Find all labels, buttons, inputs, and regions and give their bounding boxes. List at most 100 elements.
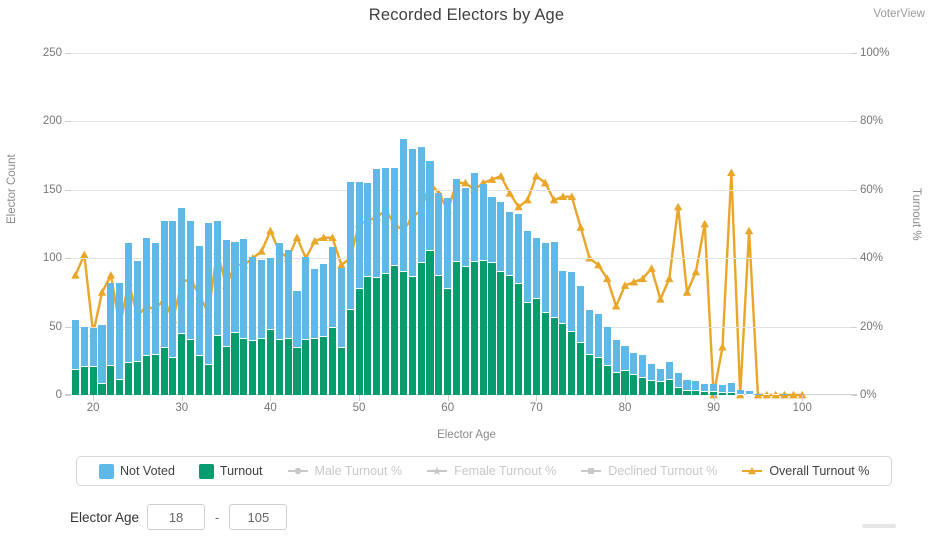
bar-segment-turnout[interactable]	[665, 378, 673, 395]
bar-segment-not-voted[interactable]	[532, 237, 540, 298]
overall-turnout-marker[interactable]	[257, 247, 266, 255]
bar-segment-turnout[interactable]	[701, 390, 709, 395]
bar-segment-not-voted[interactable]	[266, 258, 274, 330]
bar-segment-turnout[interactable]	[231, 332, 239, 395]
bar-segment-not-voted[interactable]	[187, 221, 195, 339]
bar-segment-turnout[interactable]	[417, 262, 425, 395]
overall-turnout-marker[interactable]	[328, 233, 337, 242]
bar-segment-turnout[interactable]	[187, 338, 195, 395]
overall-turnout-marker[interactable]	[700, 219, 709, 228]
bar-segment-not-voted[interactable]	[160, 221, 168, 348]
overall-turnout-marker[interactable]	[514, 202, 523, 211]
bar-column[interactable]	[656, 369, 664, 395]
bar-segment-turnout[interactable]	[373, 277, 381, 395]
bar-column[interactable]	[107, 282, 115, 395]
overall-turnout-marker[interactable]	[80, 250, 89, 259]
bar-segment-not-voted[interactable]	[612, 340, 620, 372]
bar-segment-turnout[interactable]	[772, 393, 780, 395]
bar-column[interactable]	[470, 173, 478, 395]
bar-column[interactable]	[355, 181, 363, 395]
bar-column[interactable]	[754, 393, 762, 395]
bar-segment-not-voted[interactable]	[453, 178, 461, 261]
bar-segment-not-voted[interactable]	[683, 379, 691, 390]
bar-segment-turnout[interactable]	[568, 330, 576, 395]
bar-segment-turnout[interactable]	[258, 337, 266, 395]
bar-column[interactable]	[382, 167, 390, 395]
bar-segment-not-voted[interactable]	[568, 271, 576, 331]
bar-segment-not-voted[interactable]	[346, 181, 354, 309]
bar-column[interactable]	[311, 269, 319, 395]
bar-segment-not-voted[interactable]	[577, 285, 585, 342]
overall-turnout-marker[interactable]	[603, 274, 612, 283]
legend-item-male-turnout[interactable]: Male Turnout %	[275, 464, 415, 478]
bar-segment-turnout[interactable]	[621, 370, 629, 395]
overall-turnout-marker[interactable]	[691, 267, 701, 276]
bar-segment-turnout[interactable]	[532, 297, 540, 395]
bar-segment-not-voted[interactable]	[399, 139, 407, 271]
bar-column[interactable]	[80, 326, 88, 395]
bar-segment-not-voted[interactable]	[523, 230, 531, 302]
bar-segment-turnout[interactable]	[320, 336, 328, 395]
bar-segment-not-voted[interactable]	[249, 256, 257, 341]
bar-segment-turnout[interactable]	[718, 392, 726, 395]
overall-turnout-marker[interactable]	[97, 288, 107, 296]
bar-segment-not-voted[interactable]	[630, 352, 638, 375]
elector-age-min-input[interactable]	[147, 504, 206, 530]
bar-column[interactable]	[213, 221, 221, 395]
bar-segment-not-voted[interactable]	[550, 241, 558, 318]
bar-segment-turnout[interactable]	[550, 317, 558, 395]
bar-segment-turnout[interactable]	[293, 347, 301, 395]
overall-turnout-marker[interactable]	[292, 233, 302, 242]
bar-segment-not-voted[interactable]	[754, 393, 762, 395]
elector-age-max-input[interactable]	[229, 504, 288, 530]
bar-column[interactable]	[621, 345, 629, 395]
bar-segment-not-voted[interactable]	[390, 167, 399, 266]
bar-segment-turnout[interactable]	[142, 355, 150, 395]
bar-segment-turnout[interactable]	[328, 326, 336, 395]
bar-segment-turnout[interactable]	[453, 260, 461, 395]
bar-segment-turnout[interactable]	[160, 347, 168, 395]
bar-segment-not-voted[interactable]	[444, 198, 452, 289]
bar-column[interactable]	[585, 310, 594, 395]
bar-segment-turnout[interactable]	[515, 282, 523, 395]
bar-column[interactable]	[320, 263, 328, 395]
bar-column[interactable]	[258, 259, 266, 395]
bar-segment-not-voted[interactable]	[594, 314, 602, 357]
overall-turnout-marker[interactable]	[656, 295, 665, 303]
bar-segment-turnout[interactable]	[461, 266, 469, 395]
bar-segment-not-voted[interactable]	[718, 385, 726, 393]
overall-turnout-marker[interactable]	[71, 271, 80, 279]
bar-column[interactable]	[444, 198, 452, 395]
bar-segment-not-voted[interactable]	[151, 243, 159, 354]
bar-segment-turnout[interactable]	[497, 270, 505, 395]
bar-column[interactable]	[710, 384, 718, 395]
bar-segment-not-voted[interactable]	[195, 245, 204, 356]
bar-column[interactable]	[231, 241, 239, 395]
bar-column[interactable]	[648, 363, 656, 395]
bar-segment-not-voted[interactable]	[461, 188, 469, 267]
overall-turnout-marker[interactable]	[665, 274, 674, 283]
bar-segment-turnout[interactable]	[745, 393, 753, 395]
bar-segment-turnout[interactable]	[559, 322, 567, 395]
bar-column[interactable]	[745, 390, 753, 395]
bar-segment-not-voted[interactable]	[284, 250, 292, 338]
bar-column[interactable]	[612, 340, 620, 395]
bar-segment-turnout[interactable]	[488, 262, 496, 395]
bar-column[interactable]	[523, 230, 531, 395]
bar-column[interactable]	[133, 260, 141, 395]
bar-segment-turnout[interactable]	[107, 364, 115, 395]
bar-column[interactable]	[577, 285, 585, 395]
bar-segment-not-voted[interactable]	[488, 196, 496, 263]
overall-turnout-marker[interactable]	[487, 175, 497, 183]
bar-column[interactable]	[718, 385, 726, 395]
bar-column[interactable]	[399, 139, 407, 395]
bar-column[interactable]	[187, 221, 195, 395]
overall-turnout-marker[interactable]	[310, 236, 319, 245]
overall-turnout-marker[interactable]	[532, 171, 541, 180]
bar-segment-turnout[interactable]	[169, 356, 177, 395]
bar-column[interactable]	[328, 247, 336, 395]
bar-segment-turnout[interactable]	[284, 337, 292, 395]
bar-segment-turnout[interactable]	[222, 345, 230, 395]
bar-segment-turnout[interactable]	[240, 337, 248, 395]
bar-column[interactable]	[195, 245, 204, 395]
